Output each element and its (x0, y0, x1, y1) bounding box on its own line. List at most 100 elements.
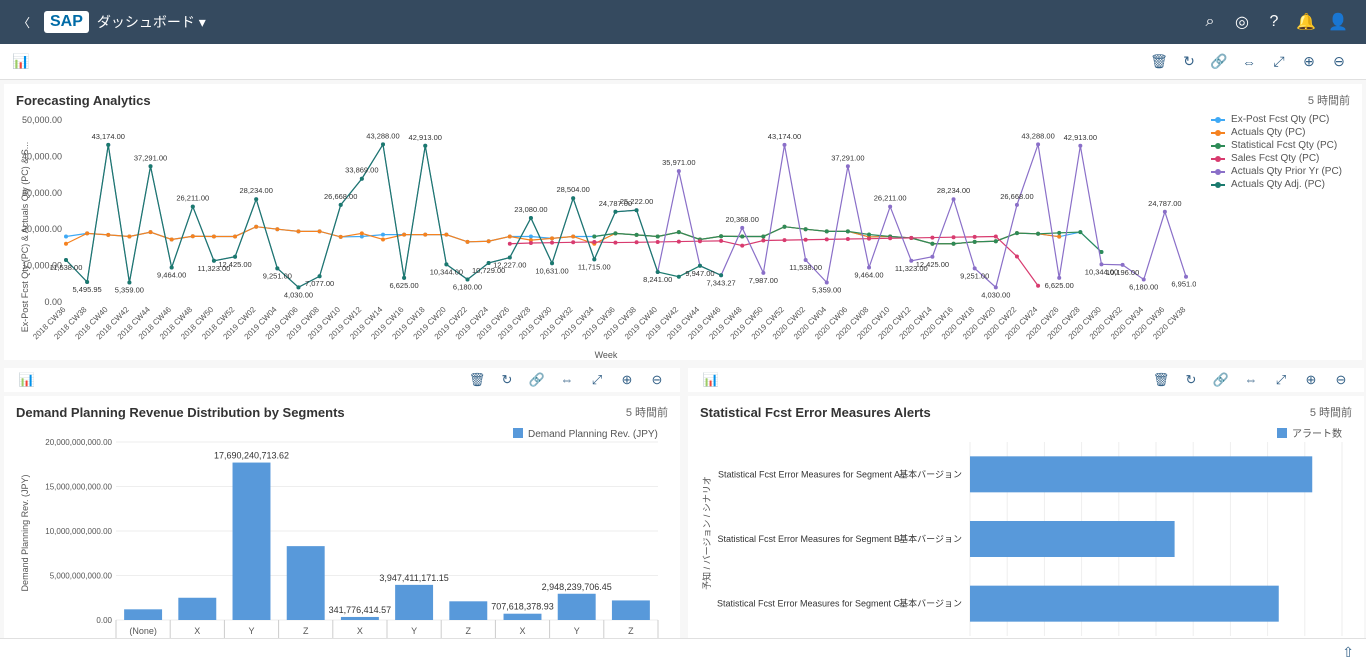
zoom-in-icon[interactable]: ⊕ (1294, 53, 1324, 70)
revenue-toolbar: 📊 🗑↻🔗⇔⤢⊕⊖ (4, 368, 680, 392)
revenue-chart[interactable]: Demand Planning Rev. (JPY)0.005,000,000,… (16, 424, 668, 642)
bell-icon[interactable]: 🔔 (1290, 12, 1322, 32)
svg-text:X: X (357, 626, 363, 636)
svg-text:20,000,000,000.00: 20,000,000,000.00 (45, 438, 112, 447)
swap-icon[interactable]: ⇔ (1236, 372, 1266, 388)
fullscreen-icon[interactable]: ⤢ (1264, 53, 1294, 70)
alerts-time: 5 時間前 (1310, 404, 1352, 420)
svg-text:10,000,000,000.00: 10,000,000,000.00 (45, 527, 112, 536)
svg-text:10,631.00: 10,631.00 (535, 266, 568, 275)
svg-text:28,234.00: 28,234.00 (937, 186, 970, 195)
svg-text:28,234.00: 28,234.00 (240, 186, 273, 195)
main-toolbar: 📊 🗑 ↻ 🔗 ⇔ ⤢ ⊕ ⊖ (0, 44, 1366, 80)
svg-text:15,000,000,000.00: 15,000,000,000.00 (45, 483, 112, 492)
fullscreen-icon[interactable]: ⤢ (1266, 372, 1296, 388)
svg-text:4,030.00: 4,030.00 (981, 290, 1010, 299)
svg-text:11,538.00: 11,538.00 (50, 263, 83, 272)
svg-text:9,464.00: 9,464.00 (854, 271, 883, 280)
delete-icon[interactable]: 🗑 (462, 372, 492, 388)
svg-text:37,291.00: 37,291.00 (831, 153, 864, 162)
svg-text:Demand Planning Rev. (JPY): Demand Planning Rev. (JPY) (20, 475, 30, 592)
link-icon[interactable]: 🔗 (1206, 372, 1236, 388)
refresh-icon[interactable]: ↻ (492, 372, 522, 388)
svg-text:28,504.00: 28,504.00 (556, 185, 589, 194)
svg-text:Week: Week (595, 350, 618, 360)
svg-text:33,869.00: 33,869.00 (345, 166, 378, 175)
zoom-out-icon[interactable]: ⊖ (1326, 372, 1356, 388)
legend-item: Actuals Qty (PC) (1211, 127, 1342, 138)
footer: ⇧ (0, 638, 1366, 666)
svg-text:26,668.00: 26,668.00 (1000, 192, 1033, 201)
svg-text:11,538.00: 11,538.00 (789, 263, 822, 272)
svg-text:12,425.00: 12,425.00 (218, 260, 251, 269)
swap-icon[interactable]: ⇔ (552, 372, 582, 388)
chart-icon[interactable]: 📊 (12, 372, 42, 388)
svg-text:7,987.00: 7,987.00 (749, 276, 778, 285)
svg-text:26,668.00: 26,668.00 (324, 192, 357, 201)
delete-icon[interactable]: 🗑 (1144, 53, 1174, 70)
svg-text:6,625.00: 6,625.00 (390, 281, 419, 290)
forecasting-legend: Ex-Post Fcst Qty (PC)Actuals Qty (PC)Sta… (1211, 112, 1342, 192)
svg-text:11,715.00: 11,715.00 (578, 262, 611, 271)
svg-text:6,180.00: 6,180.00 (453, 283, 482, 292)
svg-text:3,947,411,171.15: 3,947,411,171.15 (379, 573, 448, 583)
svg-text:Statistical Fcst Error Measure: Statistical Fcst Error Measures for Segm… (718, 469, 900, 479)
svg-text:43,288.00: 43,288.00 (1021, 131, 1054, 140)
sap-logo: SAP (44, 11, 89, 33)
svg-text:6,951.00: 6,951.00 (1171, 280, 1196, 289)
alerts-toolbar: 📊 🗑↻🔗⇔⤢⊕⊖ (688, 368, 1364, 392)
app-header: 〈 SAP ダッシュボード ▾ ⌕ ◎ ? 🔔 👤 (0, 0, 1366, 44)
svg-text:12,425.00: 12,425.00 (916, 260, 949, 269)
search-icon[interactable]: ⌕ (1194, 13, 1226, 31)
forecasting-title: Forecasting Analytics (16, 93, 151, 108)
svg-text:17,690,240,713.62: 17,690,240,713.62 (214, 451, 289, 461)
refresh-icon[interactable]: ↻ (1174, 53, 1204, 70)
chart-icon[interactable]: 📊 (12, 53, 29, 70)
alerts-chart[interactable]: アラート数予知 / バージョン / シナリオStatistical Fcst E… (700, 424, 1352, 642)
alerts-title: Statistical Fcst Error Measures Alerts (700, 405, 931, 420)
forecasting-panel: Forecasting Analytics 5 時間前 Ex-Post Fcst… (4, 84, 1362, 360)
chart-icon[interactable]: 📊 (696, 372, 726, 388)
svg-text:Z: Z (303, 626, 309, 636)
svg-text:26,211.00: 26,211.00 (176, 194, 209, 203)
svg-text:5,359.00: 5,359.00 (115, 285, 144, 294)
legend-item: Sales Fcst Qty (PC) (1211, 153, 1342, 164)
svg-text:Statistical Fcst Error Measure: Statistical Fcst Error Measures for Segm… (717, 534, 900, 544)
back-icon[interactable]: 〈 (12, 14, 36, 31)
svg-text:基本バージョン: 基本バージョン (899, 468, 962, 479)
help-icon[interactable]: ? (1258, 13, 1290, 31)
zoom-out-icon[interactable]: ⊖ (642, 372, 672, 388)
forecasting-chart[interactable]: 0.0010,000.0020,000.0030,000.0040,000.00… (16, 112, 1196, 362)
page-title[interactable]: ダッシュボード ▾ (97, 12, 206, 32)
svg-text:5,359.00: 5,359.00 (812, 285, 841, 294)
link-icon[interactable]: 🔗 (1204, 53, 1234, 70)
svg-text:5,000,000,000.00: 5,000,000,000.00 (50, 572, 113, 581)
legend-item: Actuals Qty Prior Yr (PC) (1211, 166, 1342, 177)
svg-text:基本バージョン: 基本バージョン (899, 598, 962, 609)
link-icon[interactable]: 🔗 (522, 372, 552, 388)
svg-text:9,464.00: 9,464.00 (157, 271, 186, 280)
svg-text:42,913.00: 42,913.00 (409, 133, 442, 142)
svg-text:26,211.00: 26,211.00 (874, 194, 907, 203)
forecasting-time: 5 時間前 (1308, 92, 1350, 108)
zoom-out-icon[interactable]: ⊖ (1324, 53, 1354, 70)
svg-text:8,241.00: 8,241.00 (643, 275, 672, 284)
zoom-in-icon[interactable]: ⊕ (1296, 372, 1326, 388)
svg-text:35,971.00: 35,971.00 (662, 158, 695, 167)
user-icon[interactable]: 👤 (1322, 12, 1354, 32)
svg-text:Z: Z (466, 626, 472, 636)
fullscreen-icon[interactable]: ⤢ (582, 372, 612, 388)
svg-text:4,030.00: 4,030.00 (284, 290, 313, 299)
svg-text:Demand Planning Rev. (JPY): Demand Planning Rev. (JPY) (528, 429, 658, 440)
share-icon[interactable]: ⇧ (1342, 644, 1354, 661)
alerts-panel: Statistical Fcst Error Measures Alerts 5… (688, 396, 1364, 644)
svg-text:Y: Y (411, 626, 417, 636)
delete-icon[interactable]: 🗑 (1146, 372, 1176, 388)
refresh-icon[interactable]: ↻ (1176, 372, 1206, 388)
svg-text:341,776,414.57: 341,776,414.57 (329, 605, 392, 615)
svg-text:20,368.00: 20,368.00 (726, 215, 759, 224)
legend-item: Ex-Post Fcst Qty (PC) (1211, 114, 1342, 125)
zoom-in-icon[interactable]: ⊕ (612, 372, 642, 388)
swap-icon[interactable]: ⇔ (1234, 54, 1264, 70)
refresh-global-icon[interactable]: ◎ (1226, 12, 1258, 32)
